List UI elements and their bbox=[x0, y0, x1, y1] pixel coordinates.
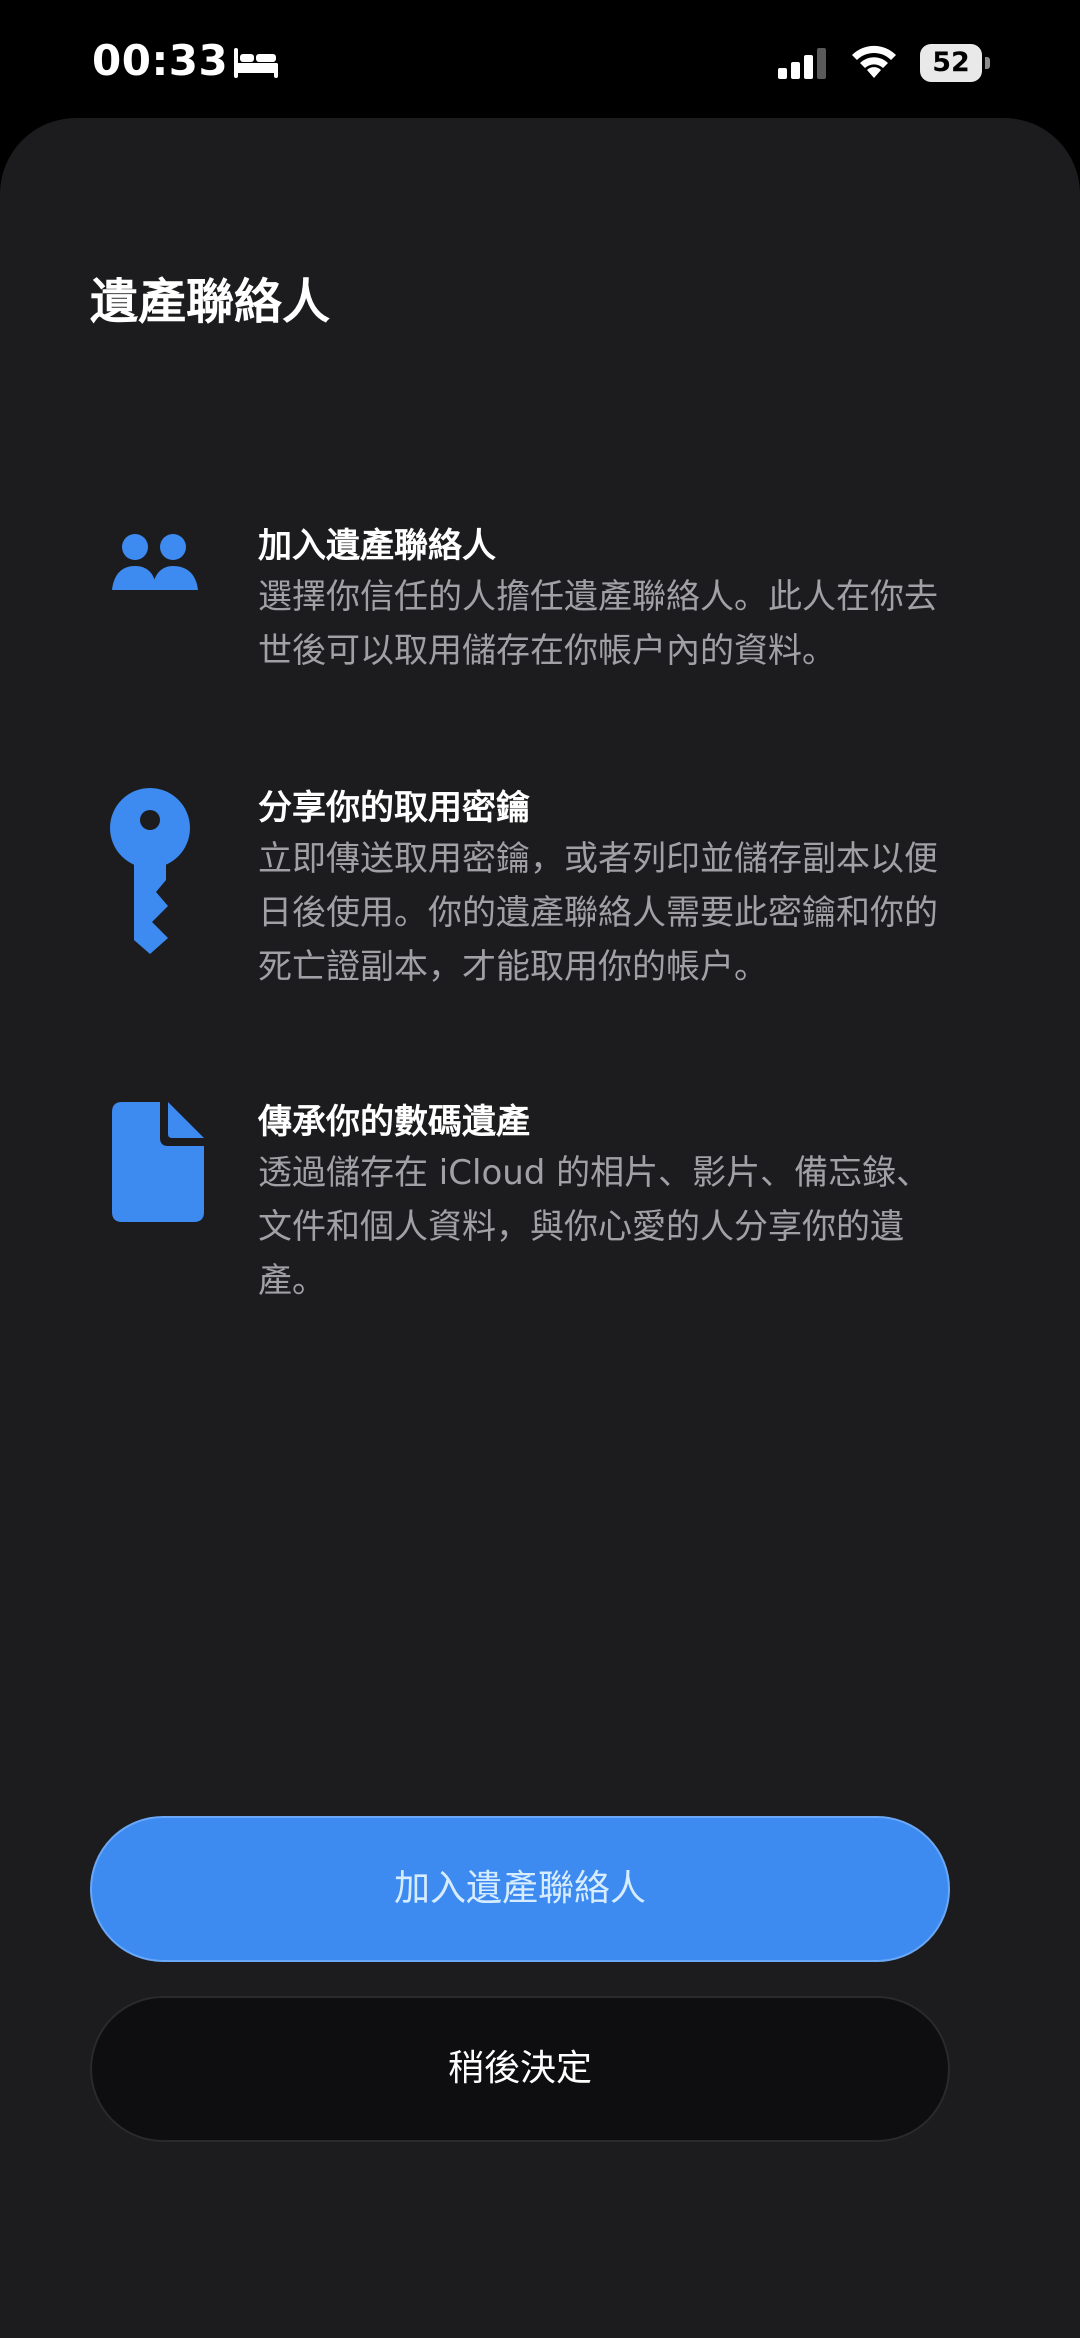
battery-icon: 52 bbox=[920, 44, 990, 82]
battery-level: 52 bbox=[932, 47, 970, 78]
bed-icon bbox=[234, 48, 278, 78]
battery-tip bbox=[985, 57, 990, 69]
document-icon bbox=[112, 1102, 204, 1222]
feature-description: 選擇你信任的人擔任遺產聯絡人。此人在你去世後可以取用儲存在你帳户內的資料。 bbox=[258, 577, 938, 671]
wifi-icon bbox=[852, 45, 896, 78]
cellular-signal-icon bbox=[778, 48, 826, 79]
key-icon bbox=[110, 788, 190, 954]
add-legacy-contact-button[interactable]: 加入遺產聯絡人 bbox=[90, 1816, 950, 1962]
feature-description: 立即傳送取用密鑰，或者列印並儲存副本以便日後使用。你的遺產聯絡人需要此密鑰和你的… bbox=[258, 839, 938, 987]
decide-later-button[interactable]: 稍後決定 bbox=[90, 1996, 950, 2142]
page-title: 遺產聯絡人 bbox=[90, 274, 331, 330]
feature-description: 透過儲存在 iCloud 的相片、影片、備忘錄、文件和個人資料，與你心愛的人分享… bbox=[258, 1153, 931, 1301]
feature-title: 分享你的取用密鑰 bbox=[258, 788, 530, 828]
feature-title: 傳承你的數碼遺產 bbox=[258, 1102, 530, 1142]
people-icon bbox=[112, 534, 198, 590]
status-time: 00:33 bbox=[92, 36, 229, 85]
status-bar: 00:33 52 bbox=[0, 0, 1080, 120]
feature-title: 加入遺產聯絡人 bbox=[258, 526, 496, 566]
